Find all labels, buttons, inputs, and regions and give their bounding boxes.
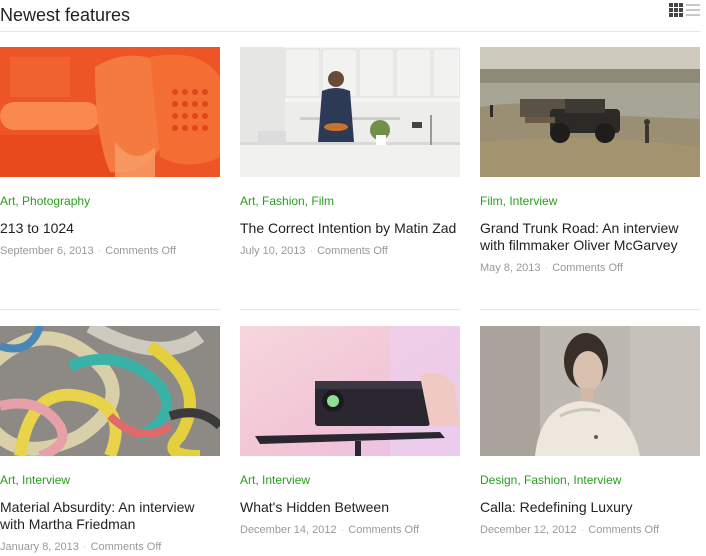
post-categories: Art, Interview — [240, 473, 311, 487]
category-link[interactable]: Art — [240, 194, 255, 208]
post-card: Art, Interview What's Hidden Between Dec… — [240, 326, 460, 537]
comments-link[interactable]: Comments Off — [317, 245, 388, 257]
category-link[interactable]: Interview — [509, 194, 557, 208]
post-card: Film, Interview Grand Trunk Road: An int… — [480, 47, 700, 275]
post-thumbnail[interactable] — [240, 326, 460, 456]
comments-link[interactable]: Comments Off — [588, 524, 659, 536]
comments-link[interactable]: Comments Off — [348, 524, 419, 536]
post-meta: January 8, 2013 · Comments Off — [0, 541, 162, 553]
category-link[interactable]: Design — [480, 473, 517, 487]
post-meta: May 8, 2013 · Comments Off — [480, 262, 623, 274]
category-link[interactable]: Art — [0, 194, 15, 208]
post-date: May 8, 2013 — [480, 262, 541, 274]
post-title[interactable]: Material Absurdity: An interview with Ma… — [0, 499, 220, 533]
post-date: December 12, 2012 — [480, 524, 577, 536]
post-meta: December 14, 2012 · Comments Off — [240, 524, 420, 536]
row-divider — [0, 309, 220, 310]
category-link[interactable]: Art — [240, 473, 255, 487]
post-thumbnail[interactable] — [0, 47, 220, 177]
post-date: January 8, 2013 — [0, 541, 79, 553]
post-meta: December 12, 2012 · Comments Off — [480, 524, 660, 536]
post-title[interactable]: What's Hidden Between — [240, 499, 460, 516]
post-categories: Art, Interview — [0, 473, 71, 487]
category-link[interactable]: Fashion — [262, 194, 305, 208]
post-thumbnail[interactable] — [480, 47, 700, 177]
post-date: December 14, 2012 — [240, 524, 337, 536]
post-categories: Art, Fashion, Film — [240, 194, 335, 208]
post-categories: Film, Interview — [480, 194, 558, 208]
row-divider — [240, 309, 460, 310]
category-link[interactable]: Interview — [573, 473, 621, 487]
category-link[interactable]: Interview — [22, 473, 70, 487]
section-header: Newest features — [0, 0, 700, 32]
list-view-icon[interactable] — [686, 3, 700, 17]
section-title: Newest features — [0, 5, 131, 25]
post-categories: Design, Fashion, Interview — [480, 473, 622, 487]
row-divider — [480, 309, 700, 310]
category-link[interactable]: Film — [311, 194, 334, 208]
post-thumbnail[interactable] — [0, 326, 220, 456]
post-meta: September 6, 2013 · Comments Off — [0, 245, 176, 257]
post-card: Art, Photography 213 to 1024 September 6… — [0, 47, 220, 258]
post-title[interactable]: Grand Trunk Road: An interview with film… — [480, 220, 700, 254]
post-thumbnail[interactable] — [240, 47, 460, 177]
category-link[interactable]: Interview — [262, 473, 310, 487]
post-title[interactable]: 213 to 1024 — [0, 220, 220, 237]
post-meta: July 10, 2013 · Comments Off — [240, 245, 388, 257]
post-date: July 10, 2013 — [240, 245, 306, 257]
post-title[interactable]: Calla: Redefining Luxury — [480, 499, 700, 516]
category-link[interactable]: Photography — [22, 194, 90, 208]
comments-link[interactable]: Comments Off — [91, 541, 162, 553]
post-categories: Art, Photography — [0, 194, 91, 208]
post-card: Design, Fashion, Interview Calla: Redefi… — [480, 326, 700, 537]
post-thumbnail[interactable] — [480, 326, 700, 456]
post-card: Art, Interview Material Absurdity: An in… — [0, 326, 220, 554]
post-card: Art, Fashion, Film The Correct Intention… — [240, 47, 460, 258]
view-toggle — [669, 3, 700, 17]
category-link[interactable]: Fashion — [524, 473, 567, 487]
grid-view-icon[interactable] — [669, 3, 683, 17]
comments-link[interactable]: Comments Off — [105, 245, 176, 257]
category-link[interactable]: Film — [480, 194, 503, 208]
category-link[interactable]: Art — [0, 473, 15, 487]
post-title[interactable]: The Correct Intention by Matin Zad — [240, 220, 460, 237]
post-date: September 6, 2013 — [0, 245, 94, 257]
comments-link[interactable]: Comments Off — [552, 262, 623, 274]
